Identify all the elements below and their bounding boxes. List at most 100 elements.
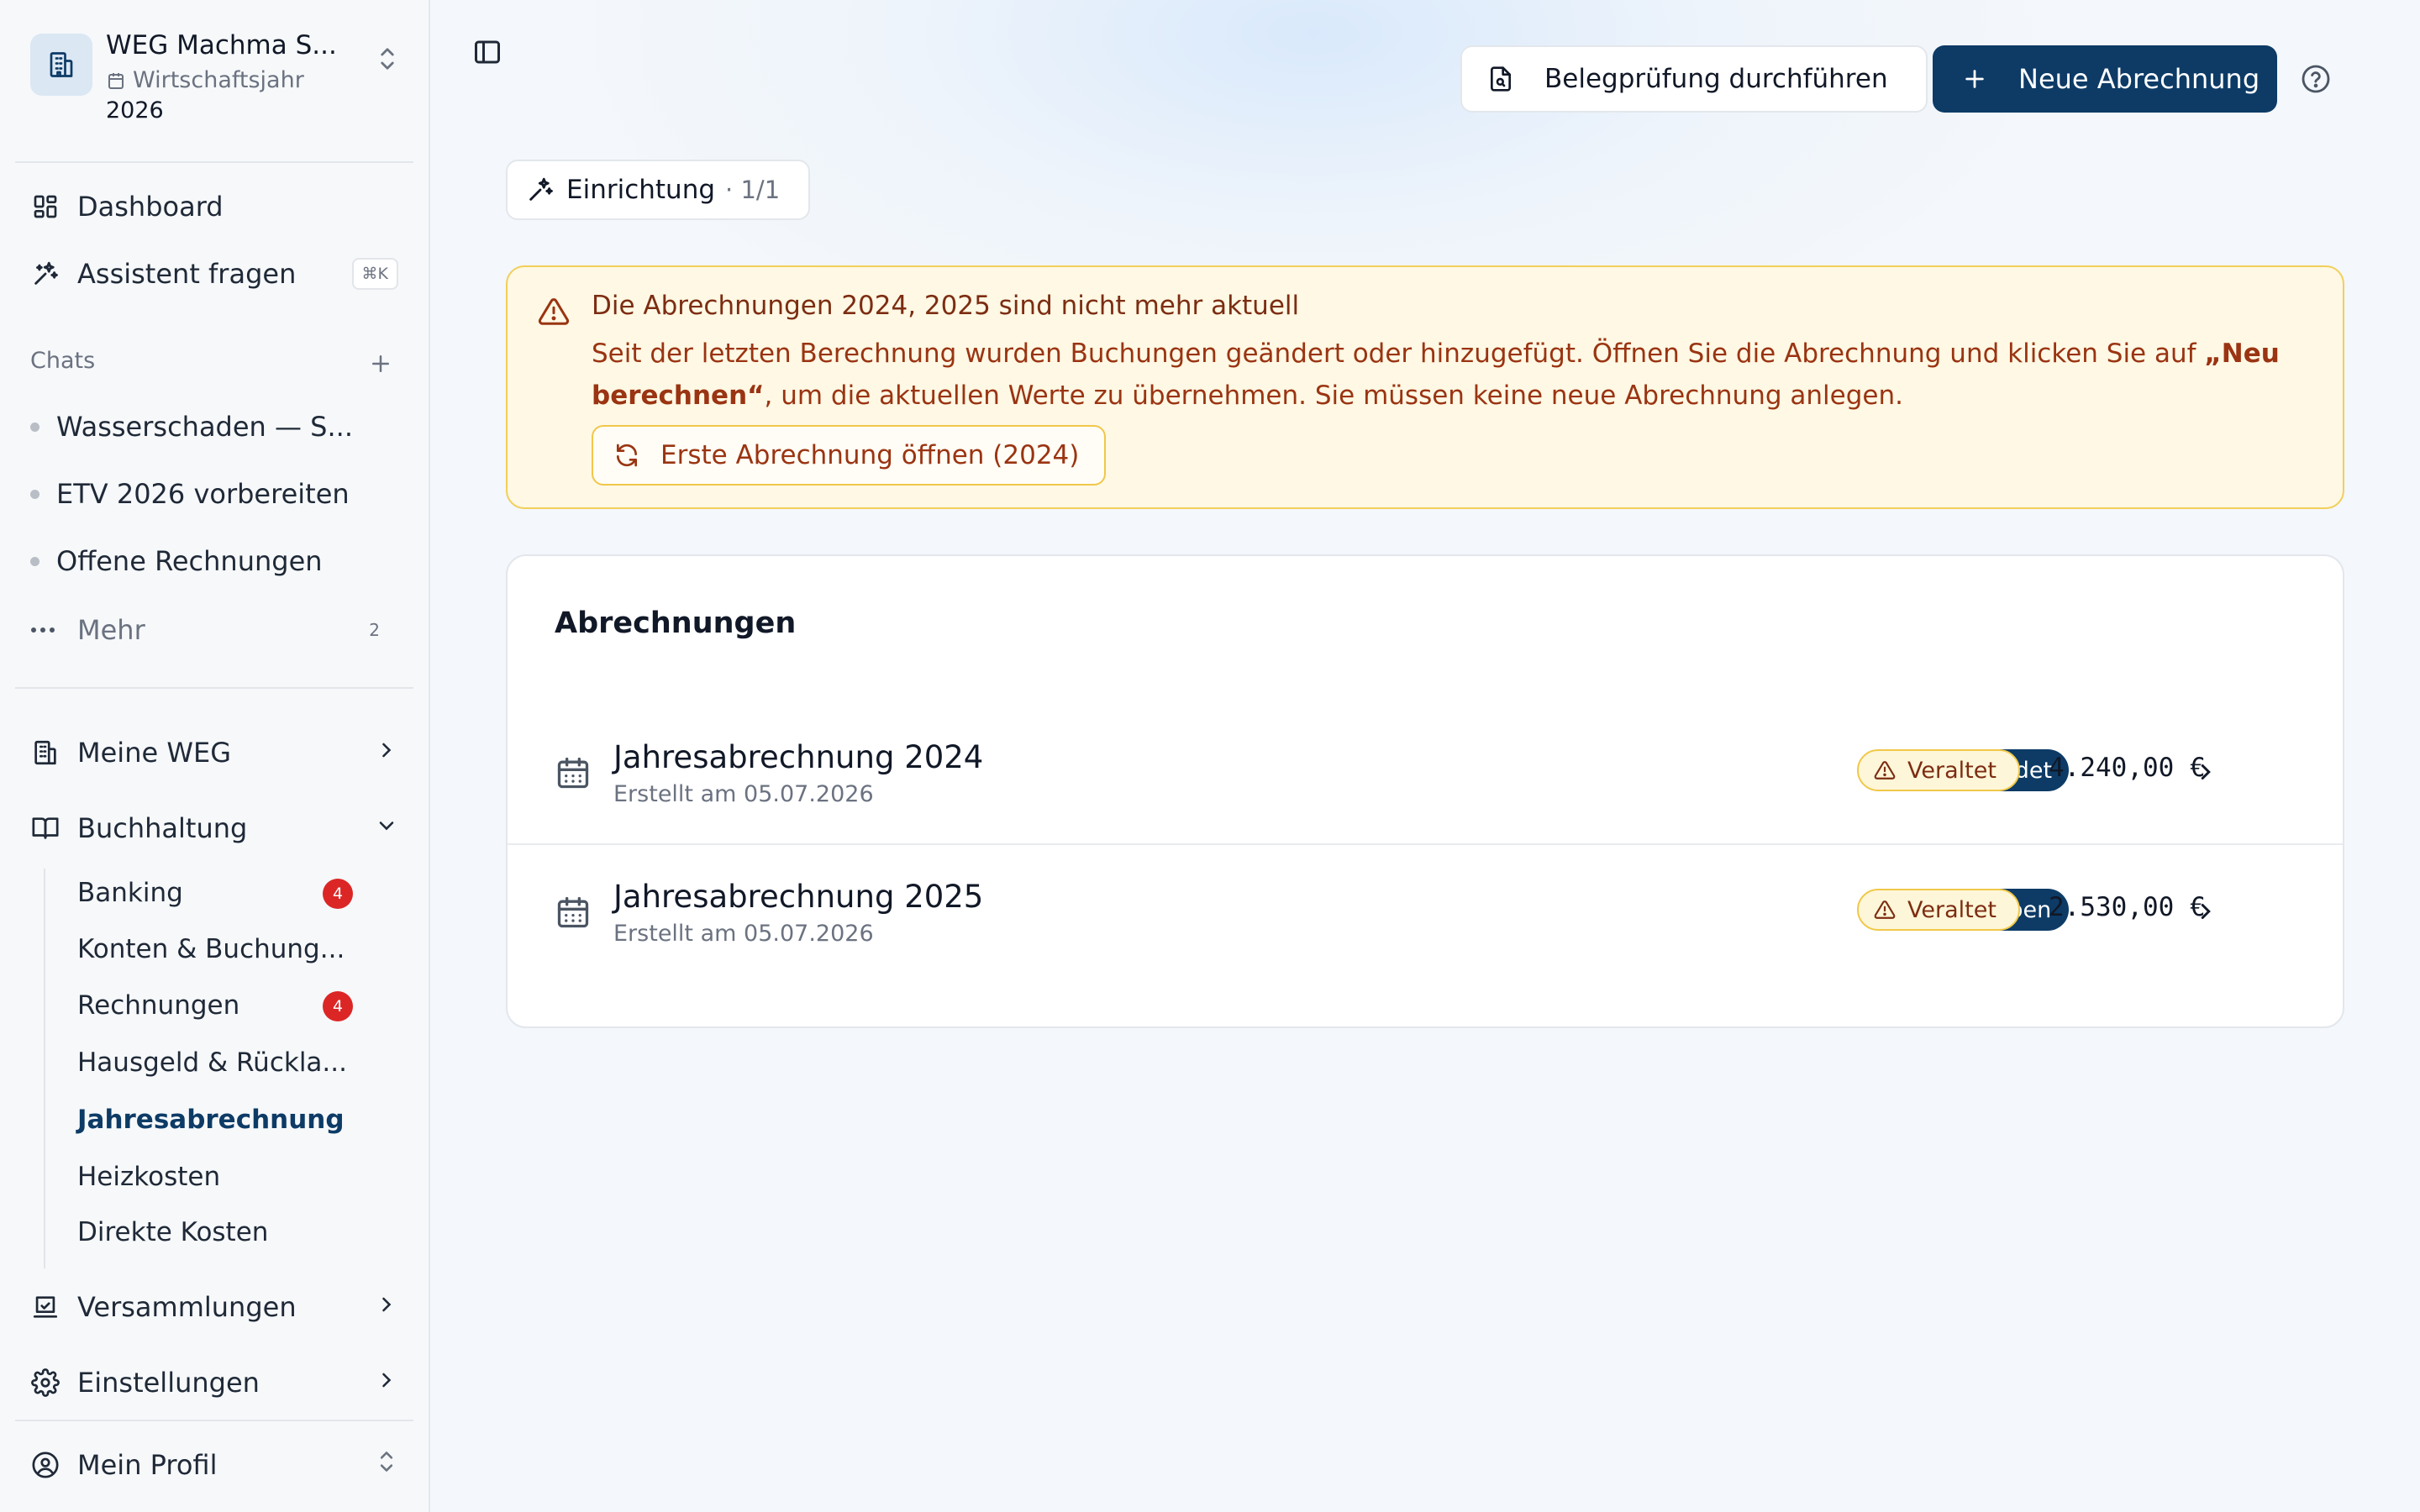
nav-profile-label: Mein Profil bbox=[77, 1449, 218, 1481]
chat-dot bbox=[30, 422, 39, 432]
presentation-icon bbox=[30, 1292, 60, 1322]
nav-dashboard-label: Dashboard bbox=[77, 191, 224, 223]
chevron-right-icon bbox=[2193, 899, 2218, 927]
nav-meine-weg[interactable]: Meine WEG bbox=[15, 726, 413, 780]
sidebar-toggle-icon[interactable] bbox=[472, 37, 502, 71]
statements-title: Abrechnungen bbox=[555, 606, 797, 640]
plus-icon bbox=[1963, 67, 1986, 91]
sidebar-item-label: Direkte Kosten bbox=[77, 1217, 269, 1247]
add-chat-icon[interactable] bbox=[368, 351, 393, 380]
nav-buchhaltung-label: Buchhaltung bbox=[77, 812, 248, 844]
chevron-up-down-icon bbox=[375, 44, 400, 77]
assistant-shortcut: ⌘K bbox=[351, 258, 398, 290]
chevron-up-down-icon bbox=[375, 1447, 398, 1483]
submenu-guide-line bbox=[44, 869, 45, 1268]
setup-chip[interactable]: Einrichtung · 1/1 bbox=[506, 160, 810, 220]
statement-row[interactable]: Jahresabrechnung 2025 Erstellt am 05.07.… bbox=[508, 847, 2343, 984]
file-search-icon bbox=[1487, 66, 1514, 92]
statement-amount: 2.530,00 € bbox=[2049, 892, 2206, 922]
outdated-alert: Die Abrechnungen 2024, 2025 sind nicht m… bbox=[506, 265, 2344, 509]
sidebar-divider bbox=[15, 161, 413, 163]
sidebar-divider bbox=[15, 1420, 413, 1421]
fiscal-year-value: 2026 bbox=[106, 97, 164, 123]
warning-triangle-icon bbox=[1874, 759, 1896, 781]
nav-versammlungen[interactable]: Versammlungen bbox=[15, 1280, 413, 1334]
chevron-right-icon bbox=[2193, 759, 2218, 788]
statement-created: Erstellt am 05.07.2026 bbox=[613, 921, 874, 947]
new-statement-label: Neue Abrechnung bbox=[2018, 63, 2260, 95]
nav-buchhaltung[interactable]: Buchhaltung bbox=[15, 801, 413, 855]
chats-more-count: 2 bbox=[369, 620, 380, 640]
statement-row[interactable]: Jahresabrechnung 2024 Erstellt am 05.07.… bbox=[508, 707, 2343, 845]
sidebar-item-konten[interactable]: Konten & Buchung... bbox=[60, 925, 363, 974]
gear-icon bbox=[30, 1368, 60, 1398]
nav-versammlungen-label: Versammlungen bbox=[77, 1291, 297, 1323]
setup-chip-count: · 1/1 bbox=[725, 176, 781, 204]
building-icon bbox=[30, 34, 92, 96]
sidebar-item-label: Rechnungen bbox=[77, 990, 240, 1021]
statements-card: Abrechnungen Jahresabrechnung 2024 Erste… bbox=[506, 554, 2344, 1028]
chat-item-label: ETV 2026 vorbereiten bbox=[56, 478, 350, 510]
banking-count-badge: 4 bbox=[323, 879, 353, 909]
outdated-label: Veraltet bbox=[1907, 896, 1996, 923]
alert-body-text-end: , um die aktuellen Werte zu übernehmen. … bbox=[764, 381, 1903, 411]
nav-einstellungen-label: Einstellungen bbox=[77, 1367, 260, 1399]
setup-chip-label: Einrichtung bbox=[566, 175, 716, 205]
chat-item[interactable]: Wasserschaden — S... bbox=[15, 400, 413, 454]
fiscal-year-text: Wirtschaftsjahr bbox=[133, 67, 304, 93]
app: WEG Machma S... Wirtschaftsjahr 2026 Das… bbox=[0, 0, 2420, 1512]
statement-title: Jahresabrechnung 2025 bbox=[613, 879, 984, 915]
calendar-icon bbox=[106, 71, 126, 91]
more-dots-icon bbox=[30, 626, 60, 634]
refresh-icon bbox=[613, 442, 640, 469]
belegpruefung-button[interactable]: Belegprüfung durchführen bbox=[1460, 45, 1928, 113]
chats-more[interactable]: Mehr 2 bbox=[15, 603, 413, 657]
sidebar-item-jahresabrechnung[interactable]: Jahresabrechnung bbox=[60, 1095, 363, 1144]
main-content: Belegprüfung durchführen Neue Abrechnung… bbox=[430, 0, 2420, 1512]
sidebar-item-banking[interactable]: Banking bbox=[60, 869, 363, 917]
sidebar-item-hausgeld[interactable]: Hausgeld & Rückla... bbox=[60, 1038, 363, 1087]
alert-body: Seit der letzten Berechnung wurden Buchu… bbox=[592, 333, 2323, 417]
outdated-badge: Veraltet bbox=[1857, 749, 2020, 791]
sidebar-item-rechnungen[interactable]: Rechnungen bbox=[60, 981, 363, 1030]
sparkles-icon bbox=[526, 176, 555, 204]
chevron-right-icon bbox=[375, 1291, 398, 1323]
sidebar-item-direkte-kosten[interactable]: Direkte Kosten bbox=[60, 1208, 363, 1257]
outdated-badge: Veraltet bbox=[1857, 889, 2020, 931]
warning-triangle-icon bbox=[538, 296, 570, 331]
chat-item-label: Wasserschaden — S... bbox=[56, 411, 353, 443]
sidebar-divider bbox=[15, 687, 413, 689]
chat-item[interactable]: ETV 2026 vorbereiten bbox=[15, 467, 413, 521]
nav-profile[interactable]: Mein Profil bbox=[15, 1438, 413, 1492]
chats-section-label: Chats bbox=[30, 348, 96, 374]
chat-dot bbox=[30, 489, 39, 499]
workspace-switcher[interactable]: WEG Machma S... Wirtschaftsjahr 2026 bbox=[15, 18, 413, 134]
nav-assistant[interactable]: Assistent fragen ⌘K bbox=[15, 247, 413, 301]
belegpruefung-label: Belegprüfung durchführen bbox=[1544, 64, 1888, 94]
calendar-icon bbox=[555, 894, 592, 934]
book-icon bbox=[30, 813, 60, 843]
nav-einstellungen[interactable]: Einstellungen bbox=[15, 1356, 413, 1410]
sidebar-item-label: Konten & Buchung... bbox=[77, 934, 345, 964]
sidebar-item-label: Heizkosten bbox=[77, 1162, 221, 1192]
outdated-label: Veraltet bbox=[1907, 757, 1996, 784]
sidebar-item-heizkosten[interactable]: Heizkosten bbox=[60, 1152, 363, 1201]
rechnungen-count-badge: 4 bbox=[323, 991, 353, 1021]
chevron-down-icon bbox=[375, 812, 398, 844]
new-statement-button[interactable]: Neue Abrechnung bbox=[1933, 45, 2277, 113]
open-first-statement-label: Erste Abrechnung öffnen (2024) bbox=[660, 440, 1080, 470]
dashboard-icon bbox=[30, 192, 60, 222]
workspace-name: WEG Machma S... bbox=[106, 30, 337, 60]
user-circle-icon bbox=[30, 1450, 60, 1480]
fiscal-year-label: Wirtschaftsjahr bbox=[106, 67, 304, 93]
chats-more-label: Mehr bbox=[77, 614, 145, 646]
open-first-statement-button[interactable]: Erste Abrechnung öffnen (2024) bbox=[592, 425, 1106, 486]
sparkles-icon bbox=[30, 259, 60, 289]
statement-created: Erstellt am 05.07.2026 bbox=[613, 781, 874, 807]
nav-assistant-label: Assistent fragen bbox=[77, 258, 297, 290]
warning-triangle-icon bbox=[1874, 899, 1896, 921]
help-icon[interactable] bbox=[2301, 64, 2331, 97]
chat-item[interactable]: Offene Rechnungen bbox=[15, 534, 413, 588]
chat-dot bbox=[30, 556, 39, 566]
nav-dashboard[interactable]: Dashboard bbox=[15, 180, 413, 234]
